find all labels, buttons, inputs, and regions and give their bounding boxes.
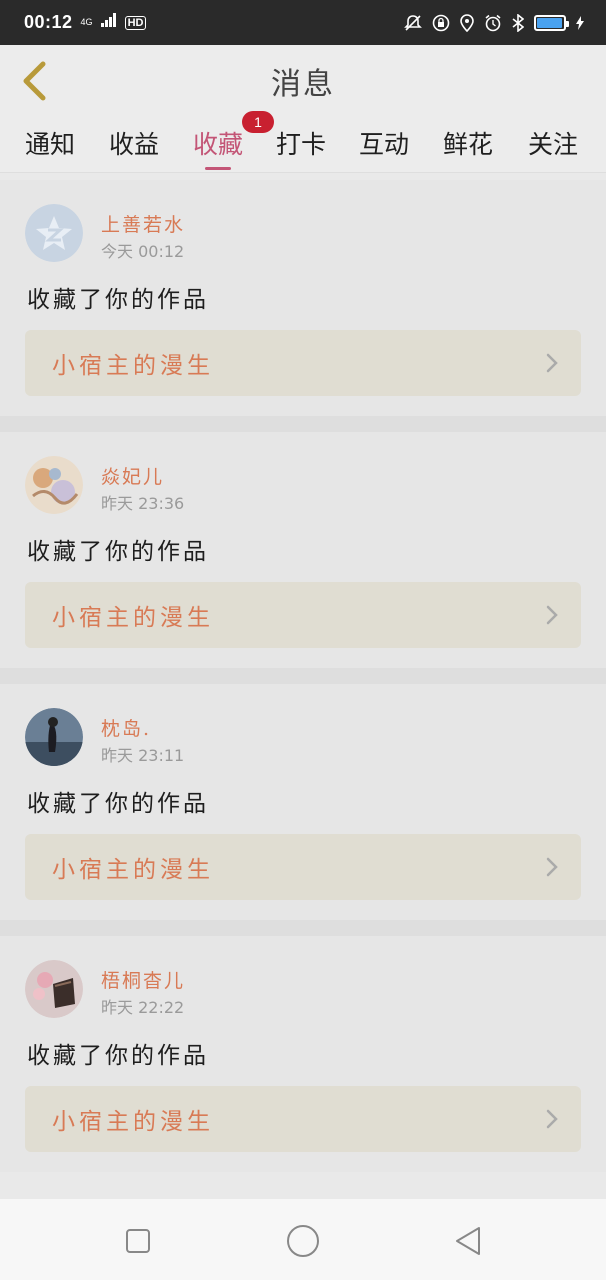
- chevron-right-icon: [546, 857, 558, 877]
- divider: [0, 416, 606, 432]
- back-button[interactable]: [14, 59, 54, 103]
- work-link[interactable]: 小宿主的漫生: [25, 582, 581, 648]
- avatar[interactable]: [25, 960, 83, 1018]
- work-title: 小宿主的漫生: [52, 1109, 214, 1135]
- message-time: 昨天 23:11: [101, 746, 185, 765]
- avatar[interactable]: [25, 204, 83, 262]
- system-nav-bar: [0, 1199, 606, 1280]
- app-header: 消息: [0, 45, 606, 117]
- message-item: 枕岛. 昨天 23:11 收藏了你的作品 小宿主的漫生: [0, 684, 606, 920]
- divider: [0, 668, 606, 684]
- message-time: 昨天 22:22: [101, 998, 185, 1017]
- recents-button[interactable]: [116, 1219, 160, 1263]
- chevron-right-icon: [546, 353, 558, 373]
- message-item: 上善若水 今天 00:12 收藏了你的作品 小宿主的漫生: [0, 180, 606, 416]
- chevron-right-icon: [546, 1109, 558, 1129]
- tab-interaction[interactable]: 互动: [359, 125, 409, 169]
- hd-badge: HD: [124, 15, 147, 30]
- user-photo-icon: [25, 708, 83, 766]
- tab-flowers[interactable]: 鲜花: [443, 125, 493, 169]
- square-icon: [126, 1229, 150, 1253]
- work-link[interactable]: 小宿主的漫生: [25, 1086, 581, 1152]
- chevron-left-icon: [23, 61, 46, 101]
- message-time: 昨天 23:36: [101, 494, 185, 513]
- message-item: 焱妃儿 昨天 23:36 收藏了你的作品 小宿主的漫生: [0, 432, 606, 668]
- user-photo-icon: [25, 960, 83, 1018]
- avatar[interactable]: [25, 456, 83, 514]
- tab-favorites[interactable]: 收藏: [193, 125, 244, 170]
- user-name[interactable]: 梧桐杳儿: [101, 966, 185, 993]
- lock-rotation-icon: [432, 14, 450, 32]
- avatar[interactable]: [25, 708, 83, 766]
- tab-following[interactable]: 关注: [528, 125, 578, 169]
- alarm-icon: [484, 14, 502, 32]
- chevron-right-icon: [546, 605, 558, 625]
- user-name[interactable]: 上善若水: [101, 210, 185, 237]
- tab-bar: 通知 收益 收藏 打卡 互动 鲜花 关注: [0, 117, 606, 173]
- battery-icon: [534, 14, 569, 31]
- user-photo-icon: [25, 456, 83, 514]
- charging-icon: [576, 15, 584, 30]
- battery-level: [537, 17, 562, 28]
- location-icon: [460, 13, 474, 32]
- status-time: 00:12: [24, 12, 73, 32]
- signal-icon: [100, 13, 117, 32]
- message-item: 梧桐杳儿 昨天 22:22 收藏了你的作品 小宿主的漫生: [0, 936, 606, 1172]
- tab-active-indicator: [205, 167, 232, 170]
- message-text: 收藏了你的作品: [27, 539, 209, 565]
- divider: [0, 920, 606, 936]
- message-time: 今天 00:12: [101, 242, 185, 261]
- message-text: 收藏了你的作品: [27, 791, 209, 817]
- user-name[interactable]: 焱妃儿: [101, 462, 164, 489]
- status-bar: 00:12 4G HD: [0, 0, 606, 45]
- tab-earnings[interactable]: 收益: [109, 125, 159, 169]
- network-type: 4G: [80, 17, 93, 27]
- user-name[interactable]: 枕岛.: [101, 714, 151, 741]
- tab-favorites-label: 收藏: [193, 130, 244, 159]
- mute-icon: [404, 14, 422, 32]
- message-text: 收藏了你的作品: [27, 287, 209, 313]
- work-title: 小宿主的漫生: [52, 353, 214, 379]
- default-avatar-icon: [25, 204, 83, 262]
- status-left: 00:12 4G HD: [24, 12, 147, 33]
- unread-badge: 1: [242, 111, 274, 133]
- work-title: 小宿主的漫生: [52, 857, 214, 883]
- back-nav-button[interactable]: [446, 1219, 490, 1263]
- tab-notifications[interactable]: 通知: [25, 125, 75, 169]
- message-text: 收藏了你的作品: [27, 1043, 209, 1069]
- tab-checkin[interactable]: 打卡: [276, 125, 326, 169]
- work-title: 小宿主的漫生: [52, 605, 214, 631]
- page-title: 消息: [271, 67, 335, 102]
- work-link[interactable]: 小宿主的漫生: [25, 330, 581, 396]
- home-button[interactable]: [281, 1219, 325, 1263]
- work-link[interactable]: 小宿主的漫生: [25, 834, 581, 900]
- status-right: [404, 13, 584, 32]
- bluetooth-icon: [512, 13, 524, 32]
- triangle-back-icon: [456, 1227, 480, 1255]
- circle-icon: [287, 1225, 319, 1257]
